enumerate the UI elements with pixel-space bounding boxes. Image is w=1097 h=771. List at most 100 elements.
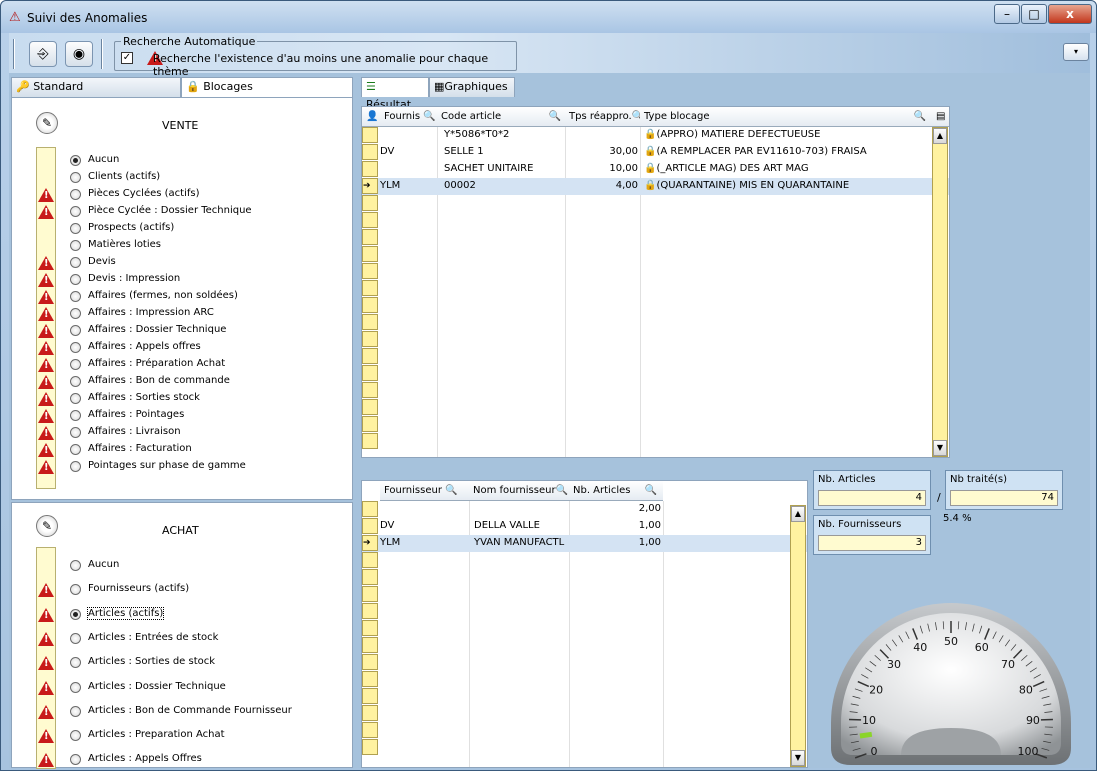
radio-option[interactable] [70,584,81,596]
radio-option[interactable] [70,608,81,620]
radio-option-label[interactable]: Affaires : Bon de commande [88,375,230,386]
row-header[interactable] [362,246,378,262]
table-row[interactable] [362,331,949,348]
table-row[interactable]: SACHET UNITAIRE 10,00 🔒(_ARTICLE MAG) DES … [362,161,949,178]
table-row[interactable] [362,399,949,416]
radio-option-label[interactable]: Articles : Dossier Technique [88,681,226,692]
radio-option-label[interactable]: Affaires (fermes, non soldées) [88,290,238,301]
col-header-fournis[interactable]: Fournis 🔍 [380,107,437,127]
radio-option-label[interactable]: Devis : Impression [88,273,180,284]
radio-option[interactable] [70,444,81,455]
row-header[interactable] [362,399,378,415]
radio-option[interactable] [70,172,81,183]
radio-option-label[interactable]: Pièces Cyclées (actifs) [88,188,200,199]
radio-option[interactable] [70,410,81,421]
radio-option-label[interactable]: Pièce Cyclée : Dossier Technique [88,205,252,216]
radio-option[interactable] [70,342,81,353]
radio-option[interactable] [70,240,81,251]
col-header-nb[interactable]: Nb. Articles 🔍 [569,481,663,501]
radio-option-label[interactable]: Articles : Preparation Achat [88,729,225,740]
row-header[interactable] [362,314,378,330]
radio-option[interactable] [70,325,81,336]
row-header[interactable]: ➔ [362,178,378,194]
table-row[interactable] [362,382,949,399]
table-row[interactable]: DV DELLA VALLE 1,00 [362,518,807,535]
radio-option-label[interactable]: Matières loties [88,239,161,250]
radio-option-label[interactable]: Affaires : Livraison [88,426,181,437]
table-row[interactable] [362,654,807,671]
scroll-up-button[interactable]: ▲ [791,506,805,522]
radio-option-label[interactable]: Articles : Sorties de stock [88,656,215,667]
radio-option[interactable] [70,632,81,644]
row-header[interactable]: ➔ [362,535,378,551]
radio-option[interactable] [70,681,81,693]
radio-option[interactable] [70,223,81,234]
radio-option-label[interactable]: Pointages sur phase de gamme [88,460,246,471]
radio-option[interactable] [70,308,81,319]
scroll-down-button[interactable]: ▼ [791,750,805,766]
radio-option-label[interactable]: Affaires : Appels offres [88,341,201,352]
table-row[interactable] [362,433,949,450]
auto-search-checkbox[interactable]: ✓ [121,52,133,64]
radio-option[interactable] [70,257,81,268]
radio-option-label[interactable]: Fournisseurs (actifs) [88,583,189,594]
table-row[interactable] [362,314,949,331]
maximize-button[interactable]: □ [1021,4,1047,24]
radio-option-label[interactable]: Articles : Appels Offres [88,753,202,764]
row-header[interactable] [362,739,378,755]
table-row[interactable] [362,348,949,365]
row-header[interactable] [362,212,378,228]
row-header[interactable] [362,552,378,568]
radio-option-label[interactable]: Prospects (actifs) [88,222,174,233]
row-header[interactable] [362,569,378,585]
tab-resultat[interactable]: ☰ Résultat [361,77,429,111]
radio-option-label[interactable]: Articles (actifs) [86,606,165,620]
row-header[interactable] [362,671,378,687]
table-row[interactable] [362,365,949,382]
table-row[interactable] [362,280,949,297]
dropdown-button[interactable]: ▾ [1063,43,1089,61]
table-row[interactable] [362,705,807,722]
grid2-scrollbar[interactable]: ▲ ▼ [790,505,806,767]
radio-option-label[interactable]: Affaires : Facturation [88,443,192,454]
grid1-scrollbar[interactable]: ▲ ▼ [932,127,948,457]
radio-option[interactable] [70,560,81,571]
grid-user-icon[interactable]: 👤 [362,107,380,127]
row-header[interactable] [362,637,378,653]
table-row[interactable] [362,722,807,739]
radio-option-label[interactable]: Aucun [88,154,119,165]
table-row[interactable]: ➔ YLM 00002 4,00 🔒(QUARANTAINE) MIS EN QUARA… [362,178,949,195]
radio-option[interactable] [70,461,81,472]
radio-option[interactable] [70,189,81,200]
tab-standard[interactable]: 🔑 Standard [11,77,181,97]
table-row[interactable] [362,263,949,280]
table-row[interactable] [362,552,807,569]
folder-icon[interactable]: ✎ [36,112,58,134]
row-header[interactable] [362,161,378,177]
col-header-code[interactable]: Code article 🔍 [437,107,565,127]
row-header[interactable] [362,127,378,143]
col-header-nom[interactable]: Nom fournisseur🔍 [469,481,569,501]
refresh-button[interactable]: ◉ [65,41,93,67]
radio-option[interactable] [70,657,81,669]
table-row[interactable]: 2,00 [362,501,807,518]
row-header[interactable] [362,586,378,602]
scroll-up-button[interactable]: ▲ [933,128,947,144]
table-row[interactable] [362,229,949,246]
table-row[interactable] [362,416,949,433]
radio-option[interactable] [70,155,81,166]
radio-option-label[interactable]: Devis [88,256,116,267]
radio-option-label[interactable]: Clients (actifs) [88,171,160,182]
radio-option[interactable] [70,730,81,742]
radio-option[interactable] [70,274,81,285]
radio-option-label[interactable]: Affaires : Sorties stock [88,392,200,403]
radio-option[interactable] [70,393,81,404]
row-header[interactable] [362,416,378,432]
table-row[interactable] [362,671,807,688]
close-button[interactable]: x [1048,4,1092,24]
grid-settings-icon[interactable]: ▤ [932,107,949,127]
row-header[interactable] [362,705,378,721]
exit-button[interactable]: ⎆ [29,41,57,67]
table-row[interactable] [362,603,807,620]
table-row[interactable] [362,195,949,212]
